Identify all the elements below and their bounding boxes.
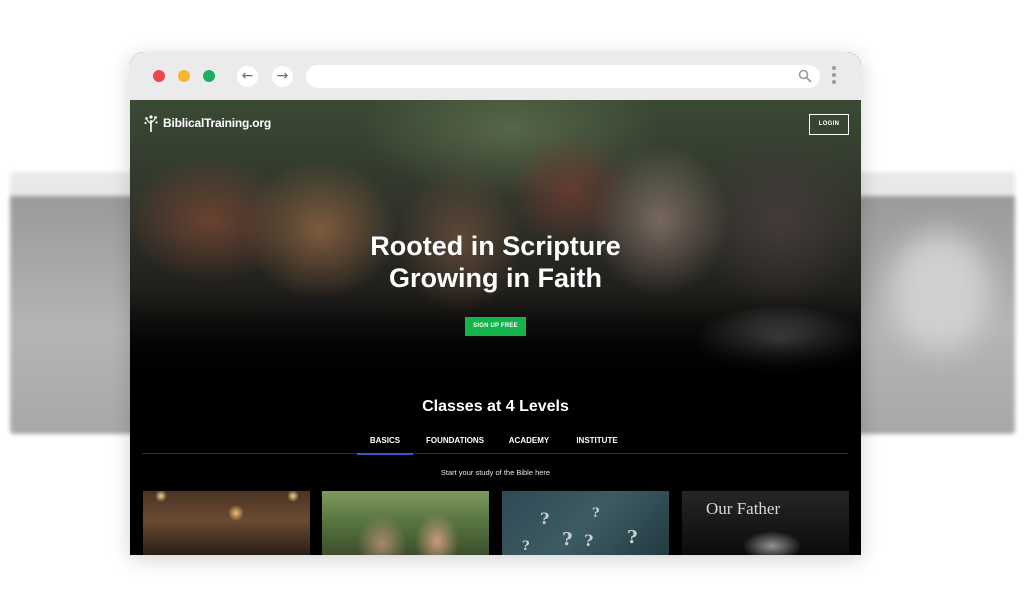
card-glow-graphic [742, 531, 802, 555]
background-blur-shape [890, 232, 990, 352]
question-mark-graphic: ? [540, 509, 550, 528]
class-card-our-father[interactable]: Our Father [682, 491, 849, 555]
tab-institute[interactable]: INSTITUTE [574, 436, 620, 453]
class-card-image[interactable] [143, 491, 310, 555]
class-card-image[interactable] [322, 491, 489, 555]
site-logo[interactable]: BiblicalTraining.org [144, 114, 271, 132]
hero-title: Rooted in Scripture Growing in Faith [130, 230, 861, 294]
minimize-window-button[interactable] [178, 70, 190, 82]
close-window-button[interactable] [153, 70, 165, 82]
logo-text: BiblicalTraining.org [163, 116, 272, 130]
search-icon [798, 69, 812, 83]
arrow-right-icon[interactable]: → [272, 66, 293, 87]
card-title: Our Father [706, 499, 781, 518]
question-mark-graphic: ? [627, 527, 638, 548]
hero-title-line-2: Growing in Faith [389, 263, 602, 293]
level-tabs: BASICS FOUNDATIONS ACADEMY INSTITUTE [142, 432, 848, 455]
kebab-menu-icon[interactable] [830, 66, 838, 88]
arrow-left-icon[interactable]: ← [237, 66, 258, 87]
sign-up-free-button[interactable]: SIGN UP FREE [465, 317, 526, 336]
login-button[interactable]: LOGIN [809, 114, 849, 135]
question-mark-graphic: ? [562, 529, 573, 550]
question-mark-graphic: ? [522, 539, 530, 554]
tree-logo-icon [144, 115, 158, 132]
question-mark-graphic: ? [592, 506, 600, 521]
tab-foundations[interactable]: FOUNDATIONS [424, 436, 486, 453]
browser-window: ← → BiblicalTraining.org LOGIN Rooted in… [130, 52, 861, 555]
tab-academy[interactable]: ACADEMY [507, 436, 551, 453]
question-mark-graphic: ? [584, 531, 594, 550]
tab-basics[interactable]: BASICS [357, 436, 413, 455]
address-bar[interactable] [306, 65, 820, 88]
maximize-window-button[interactable] [203, 70, 215, 82]
hero-title-line-1: Rooted in Scripture [370, 231, 621, 261]
browser-toolbar: ← → [130, 52, 861, 100]
classes-section-title: Classes at 4 Levels [422, 398, 569, 415]
classes-subtitle: Start your study of the Bible here [440, 468, 551, 477]
class-card-image[interactable]: ? ? ? ? ? ? [502, 491, 669, 555]
